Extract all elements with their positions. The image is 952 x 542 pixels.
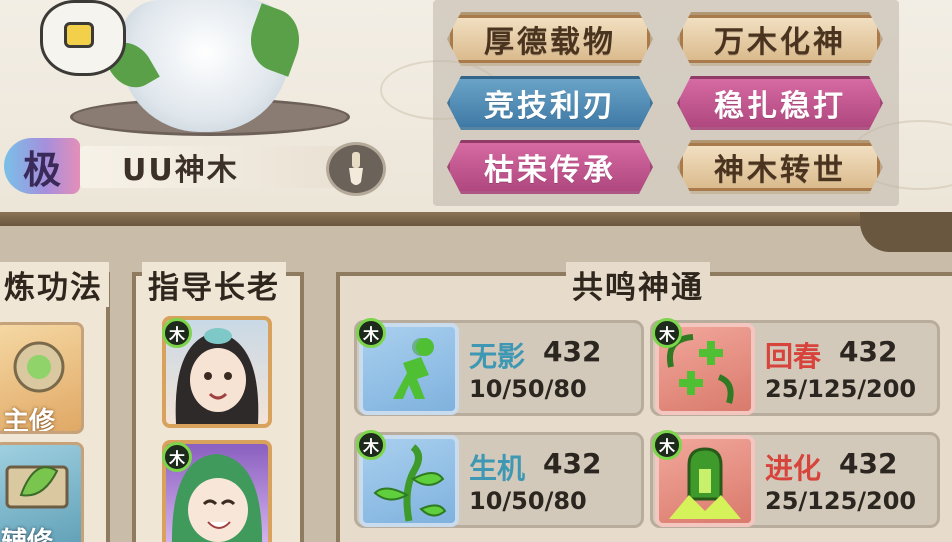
skill-name: 回春 — [765, 340, 822, 373]
character-name: UU神木 — [80, 146, 350, 188]
brush-icon[interactable] — [326, 142, 386, 196]
skill-value: 432 — [543, 447, 602, 480]
trait-tag-label: 竞技利刃 — [484, 89, 616, 124]
skill-name: 无影 — [469, 340, 526, 373]
wood-element-badge: 木 — [356, 430, 386, 460]
trait-tag[interactable]: 竞技利刃 — [447, 76, 653, 130]
wood-element-badge: 木 — [652, 430, 682, 460]
wood-element-badge: 木 — [356, 318, 386, 348]
skill-value: 432 — [839, 335, 898, 368]
pet-creature[interactable] — [22, 0, 142, 100]
trait-tag[interactable]: 万木化神 — [677, 12, 883, 66]
resonance-title: 共鸣神通 — [566, 262, 710, 307]
skill-stats: 10/50/80 — [469, 375, 587, 403]
skill-value: 432 — [543, 335, 602, 368]
character-name-bar: 极 UU神木 — [0, 138, 390, 196]
grade-badge: 极 — [4, 138, 80, 194]
wood-element-badge: 木 — [162, 442, 192, 472]
elder-title: 指导长老 — [142, 262, 286, 307]
trait-tag-label: 神木转世 — [714, 153, 846, 188]
skill-stats: 25/125/200 — [765, 375, 917, 403]
wood-element-badge: 木 — [162, 318, 192, 348]
skill-stats: 25/125/200 — [765, 487, 917, 515]
trait-tag-label: 厚德载物 — [484, 25, 616, 60]
pet-eye — [64, 22, 94, 48]
skill-card[interactable]: 回春 432 25/125/200 — [650, 320, 940, 416]
scroll-leaf-icon — [5, 465, 69, 509]
wood-rail — [0, 212, 952, 226]
skill-name: 进化 — [765, 452, 822, 485]
trait-tag-label: 稳扎稳打 — [714, 89, 846, 124]
trait-tags-panel: 厚德载物 万木化神 竞技利刃 稳扎稳打 枯荣传承 神木转世 — [433, 0, 899, 206]
skill-card[interactable]: 无影 432 10/50/80 — [354, 320, 644, 416]
skill-name: 生机 — [469, 452, 526, 485]
trait-tag-label: 枯荣传承 — [484, 153, 616, 188]
wood-element-badge: 木 — [652, 318, 682, 348]
skill-value: 432 — [839, 447, 898, 480]
skill-card[interactable]: 进化 432 25/125/200 — [650, 432, 940, 528]
trait-tag[interactable]: 厚德载物 — [447, 12, 653, 66]
dragon-icon — [13, 341, 65, 393]
aux-technique-label: 辅修 — [1, 527, 54, 542]
main-technique-label: 主修 — [3, 407, 56, 434]
main-technique-slot[interactable]: 主修 — [0, 322, 84, 434]
skill-card[interactable]: 生机 432 10/50/80 — [354, 432, 644, 528]
wood-rail-corner — [860, 212, 952, 252]
trait-tag[interactable]: 枯荣传承 — [447, 140, 653, 194]
trait-tag[interactable]: 稳扎稳打 — [677, 76, 883, 130]
skill-stats: 10/50/80 — [469, 487, 587, 515]
trait-tag-label: 万木化神 — [714, 25, 846, 60]
brush-glyph — [349, 152, 363, 185]
technique-title: 炼功法 — [0, 262, 109, 307]
aux-technique-slot[interactable]: 辅修 — [0, 442, 84, 542]
trait-tag[interactable]: 神木转世 — [677, 140, 883, 194]
